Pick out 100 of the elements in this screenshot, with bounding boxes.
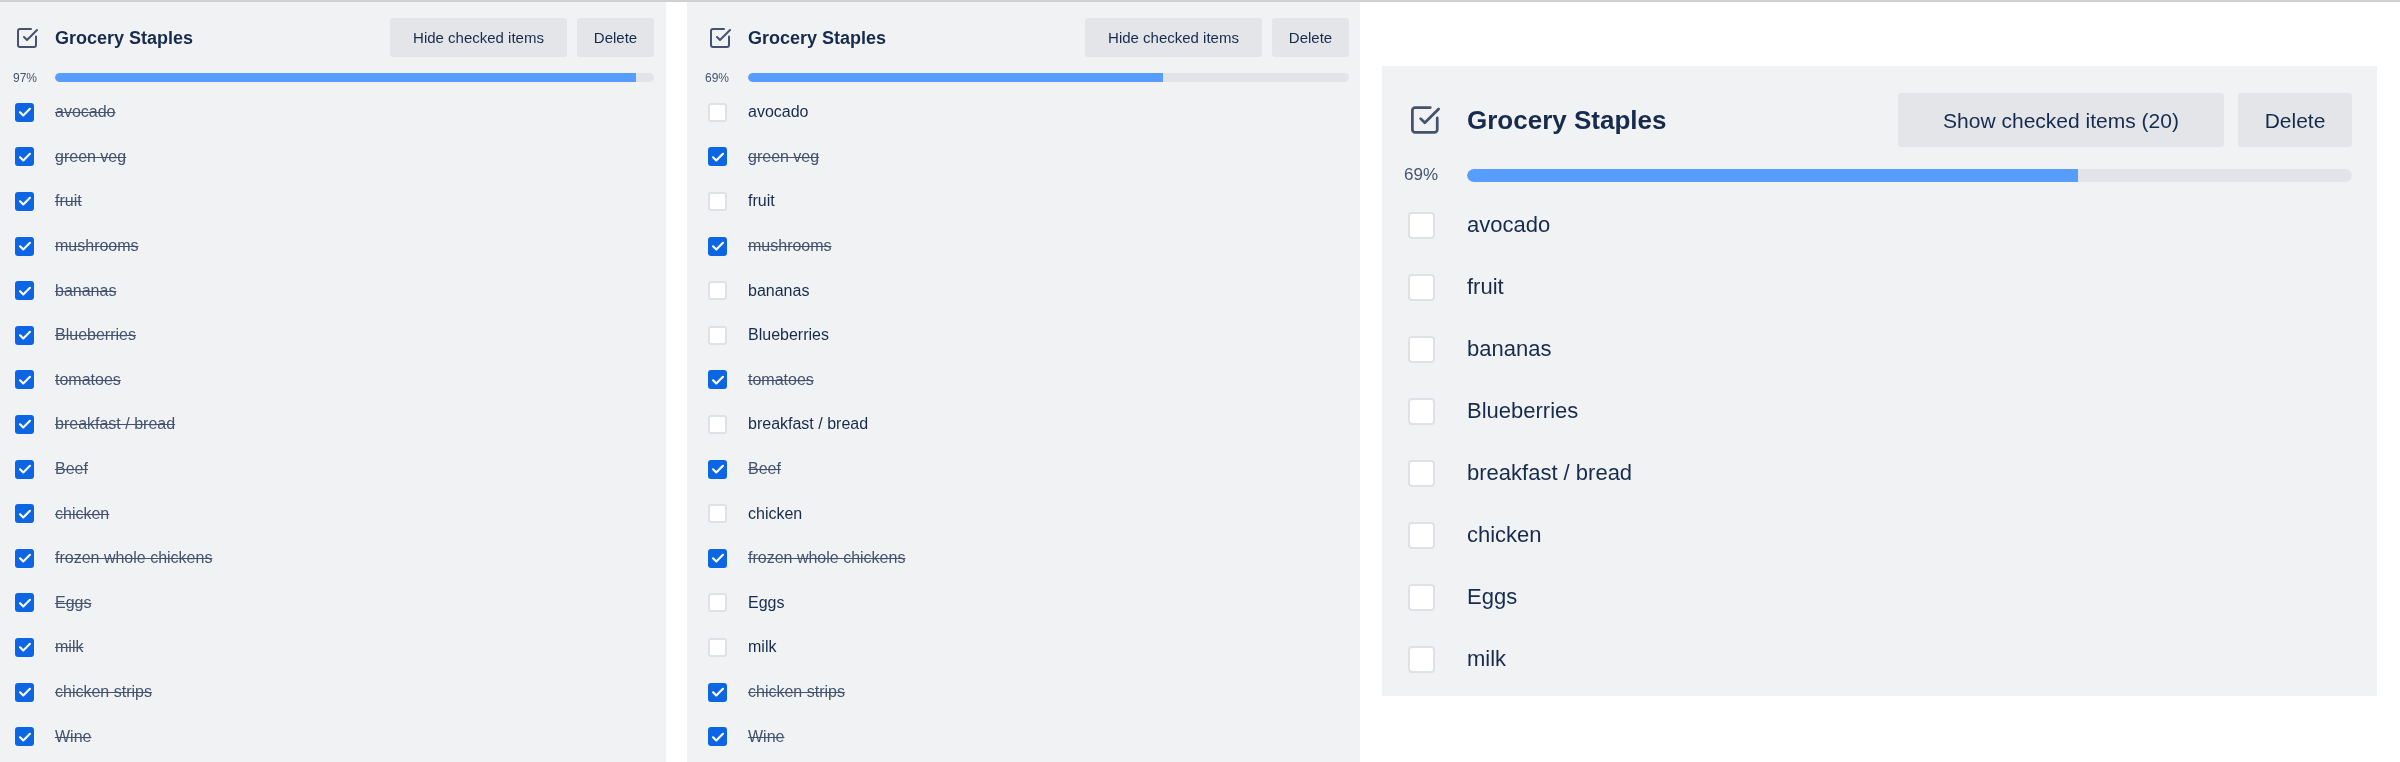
item-label: mushrooms <box>748 238 832 255</box>
checkbox[interactable] <box>708 593 727 613</box>
check-icon <box>711 150 724 163</box>
item-label: bananas <box>1467 338 1552 360</box>
item-label: avocado <box>55 104 116 121</box>
item-label: mushrooms <box>55 238 139 255</box>
checkbox[interactable] <box>15 593 34 613</box>
item-label: Eggs <box>748 594 785 611</box>
item-label: breakfast / bread <box>1467 462 1633 484</box>
item-label: frozen whole chickens <box>55 550 213 567</box>
checkbox[interactable] <box>15 147 34 167</box>
item-label: Eggs <box>55 594 92 611</box>
item-label: Blueberries <box>1467 400 1579 422</box>
item-label: chicken <box>1467 524 1542 546</box>
checkbox[interactable] <box>15 236 34 256</box>
checkbox[interactable] <box>15 637 34 657</box>
item-label: green veg <box>55 148 127 165</box>
checkbox[interactable] <box>15 370 34 390</box>
item-label: tomatoes <box>748 371 814 388</box>
delete-button[interactable]: Delete <box>2238 93 2352 147</box>
checkbox[interactable] <box>15 727 34 747</box>
list-title: Grocery Staples <box>55 28 195 47</box>
item-label: fruit <box>1467 276 1504 298</box>
checkbox[interactable] <box>1408 397 1435 425</box>
item-label: breakfast / bread <box>55 416 176 433</box>
check-icon <box>18 641 31 654</box>
checkbox[interactable] <box>708 637 727 657</box>
checkbox[interactable] <box>15 548 34 568</box>
checkbox[interactable] <box>1408 211 1435 239</box>
check-icon <box>18 686 31 698</box>
checkbox[interactable] <box>708 281 727 301</box>
check-icon <box>18 463 31 476</box>
item-label: Blueberries <box>55 327 136 344</box>
list-title: Grocery Staples <box>748 28 888 47</box>
checkbox[interactable] <box>1408 459 1435 487</box>
item-label: Wine <box>55 728 92 745</box>
item-label: bananas <box>748 282 810 299</box>
checkbox[interactable] <box>15 192 34 211</box>
item-label: chicken <box>748 505 803 522</box>
checkbox[interactable] <box>1408 583 1435 611</box>
checkbox[interactable] <box>15 504 34 524</box>
checkbox[interactable] <box>15 325 34 345</box>
check-icon <box>711 686 724 698</box>
item-label: fruit <box>748 193 775 210</box>
check-icon <box>711 730 724 743</box>
toggle-checked-items-button[interactable]: Show checked items (20) <box>1898 93 2224 147</box>
toggle-checked-items-button[interactable]: Hide checked items <box>390 18 567 57</box>
delete-button[interactable]: Delete <box>577 18 654 57</box>
item-label: Beef <box>55 461 88 478</box>
checkbox[interactable] <box>708 504 727 524</box>
check-icon <box>18 596 31 609</box>
item-label: chicken strips <box>748 684 845 700</box>
item-label: milk <box>55 639 84 656</box>
checkbox[interactable] <box>15 102 34 122</box>
check-icon <box>711 552 724 565</box>
item-label: frozen whole chickens <box>748 550 906 567</box>
delete-button[interactable]: Delete <box>1272 18 1349 57</box>
check-icon <box>18 240 31 253</box>
checkbox[interactable] <box>708 102 727 122</box>
checked-box-icon <box>710 27 731 48</box>
check-icon <box>711 463 724 476</box>
checkbox[interactable] <box>708 192 727 211</box>
checkbox[interactable] <box>708 147 727 167</box>
checked-box-icon <box>17 27 38 48</box>
item-label: Wine <box>748 728 785 745</box>
item-label: Blueberries <box>748 327 829 344</box>
list-title: Grocery Staples <box>1467 107 1668 133</box>
checkbox[interactable] <box>15 281 34 301</box>
item-label: chicken <box>55 505 110 522</box>
checkbox[interactable] <box>708 236 727 256</box>
checkbox[interactable] <box>1408 521 1435 549</box>
progress-percent: 69% <box>1404 165 1439 184</box>
checkbox[interactable] <box>708 414 727 434</box>
item-label: avocado <box>748 104 809 121</box>
checkbox[interactable] <box>708 370 727 390</box>
toggle-checked-items-button[interactable]: Hide checked items <box>1085 18 1262 57</box>
item-label: chicken strips <box>55 684 152 700</box>
item-label: tomatoes <box>55 371 121 388</box>
checkbox[interactable] <box>15 414 34 434</box>
check-icon <box>18 284 31 297</box>
checkbox[interactable] <box>708 548 727 568</box>
checkbox[interactable] <box>708 325 727 345</box>
checkbox[interactable] <box>1408 273 1435 301</box>
checkbox[interactable] <box>1408 335 1435 363</box>
check-icon <box>711 240 724 253</box>
check-icon <box>18 507 31 520</box>
check-icon <box>18 150 31 163</box>
check-icon <box>18 195 31 208</box>
checkbox[interactable] <box>708 682 727 702</box>
check-icon <box>18 552 31 565</box>
check-icon <box>711 373 724 386</box>
progress-percent: 69% <box>705 71 730 85</box>
item-label: milk <box>748 639 777 656</box>
checkbox[interactable] <box>1408 645 1435 673</box>
checkbox[interactable] <box>708 459 727 479</box>
checkbox[interactable] <box>708 727 727 747</box>
check-icon <box>18 730 31 743</box>
checkbox[interactable] <box>15 682 34 702</box>
checkbox[interactable] <box>15 459 34 479</box>
checked-box-icon <box>1411 106 1440 134</box>
